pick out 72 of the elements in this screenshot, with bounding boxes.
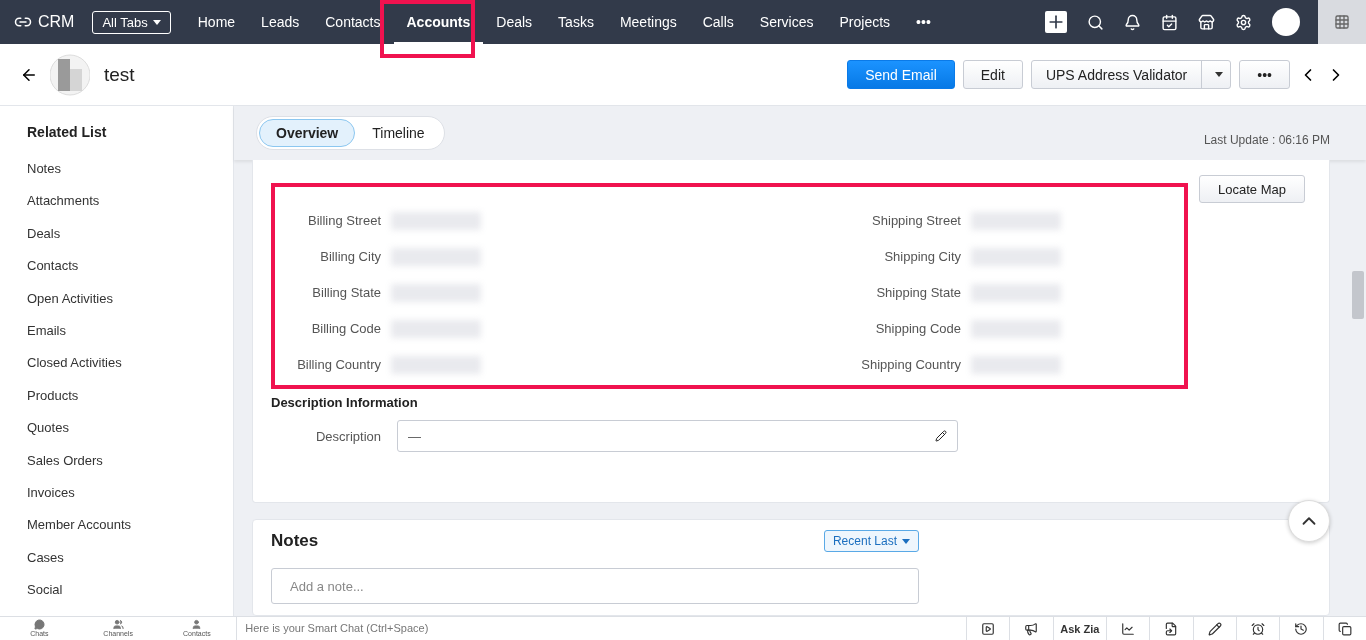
- nav-tab[interactable]: Home: [184, 0, 249, 44]
- send-email-button[interactable]: Send Email: [847, 60, 955, 89]
- chat-bubble-icon: [33, 619, 45, 630]
- sort-dropdown[interactable]: Recent Last: [823, 530, 919, 552]
- related-list-item[interactable]: Closed Activities: [0, 347, 233, 380]
- field-label: Shipping City: [883, 248, 961, 266]
- edit-button[interactable]: Edit: [962, 60, 1023, 89]
- nav-tab[interactable]: Contacts: [312, 0, 394, 44]
- caret-icon: [902, 538, 910, 544]
- nav-tab[interactable]: Meetings: [606, 0, 690, 44]
- add-icon[interactable]: [1045, 11, 1067, 33]
- related-list-item[interactable]: Member Accounts: [0, 509, 233, 542]
- more-tabs-button[interactable]: •••: [903, 0, 944, 44]
- all-tabs-dropdown[interactable]: All Tabs: [92, 10, 171, 34]
- people-icon: [112, 619, 124, 630]
- related-list-item[interactable]: Invoices: [0, 476, 233, 510]
- building-icon: [50, 52, 90, 97]
- field-label: Billing Street: [307, 212, 381, 230]
- related-list-item[interactable]: Emails: [0, 314, 233, 348]
- related-list-item[interactable]: Open Activities: [0, 282, 233, 315]
- view-tab[interactable]: Timeline: [355, 119, 442, 147]
- related-list-item[interactable]: Cases: [0, 541, 233, 575]
- nav-tab[interactable]: Services: [746, 0, 827, 44]
- related-list-item[interactable]: Deals: [0, 217, 233, 251]
- nav-tab[interactable]: Tasks: [545, 0, 607, 44]
- last-update-text: Last Update : 06:16 PM: [1203, 133, 1330, 147]
- related-list-item[interactable]: Attachments: [0, 185, 233, 218]
- locate-map-button[interactable]: Locate Map: [1199, 175, 1305, 203]
- record-title: test: [104, 63, 135, 86]
- field-label: Shipping State: [875, 284, 961, 302]
- related-list-item[interactable]: Quotes: [0, 412, 233, 445]
- scrollbar-thumb[interactable]: [1352, 271, 1364, 319]
- more-button[interactable]: •••: [1239, 60, 1290, 89]
- search-icon[interactable]: [1087, 13, 1104, 31]
- field-label: Billing Code: [310, 320, 381, 338]
- avatar[interactable]: [1272, 8, 1300, 36]
- view-tab[interactable]: Overview: [259, 119, 356, 147]
- calendar-icon[interactable]: [1161, 13, 1178, 31]
- pencil-icon[interactable]: [935, 430, 947, 442]
- nav-tab[interactable]: Calls: [689, 0, 747, 44]
- field-label: Shipping Country: [860, 356, 961, 374]
- apps-grid-icon[interactable]: [1318, 0, 1366, 44]
- bell-icon[interactable]: [1124, 13, 1141, 31]
- nav-tab[interactable]: Leads: [248, 0, 313, 44]
- nav-tab[interactable]: Deals: [483, 0, 546, 44]
- field-label: Billing Country: [296, 356, 381, 374]
- caret-icon: [1214, 72, 1223, 77]
- field-label: Billing State: [311, 284, 381, 302]
- nav-tab[interactable]: Projects: [826, 0, 904, 44]
- related-list-item[interactable]: Notes: [0, 153, 233, 186]
- field-label: Billing City: [319, 248, 381, 266]
- related-list-item[interactable]: Products: [0, 379, 233, 413]
- nav-tab[interactable]: Accounts: [393, 0, 484, 44]
- ask-zia-button[interactable]: Ask Zia: [1052, 617, 1106, 640]
- related-list-item[interactable]: Sales Orders: [0, 444, 233, 477]
- smart-chat-field[interactable]: Here is your Smart Chat (Ctrl+Space): [236, 617, 966, 640]
- related-list-item[interactable]: Social: [0, 574, 233, 607]
- note-input[interactable]: Add a note...: [271, 568, 919, 604]
- field-label: Shipping Code: [874, 320, 961, 338]
- related-list-item[interactable]: Contacts: [0, 250, 233, 283]
- store-icon[interactable]: [1198, 13, 1215, 31]
- person-icon: [191, 619, 203, 630]
- related-list-title: Related List: [27, 124, 107, 140]
- notes-title: Notes: [271, 531, 319, 551]
- field-label: Description: [314, 427, 381, 446]
- caret-icon: [152, 19, 161, 25]
- logo-text: CRM: [38, 13, 75, 31]
- section-heading: Description Information: [271, 395, 419, 410]
- field-label: Shipping Street: [871, 212, 961, 230]
- validator-split-button[interactable]: UPS Address Validator: [1030, 60, 1232, 89]
- description-field[interactable]: —: [397, 420, 958, 452]
- settings-icon[interactable]: [1235, 13, 1252, 31]
